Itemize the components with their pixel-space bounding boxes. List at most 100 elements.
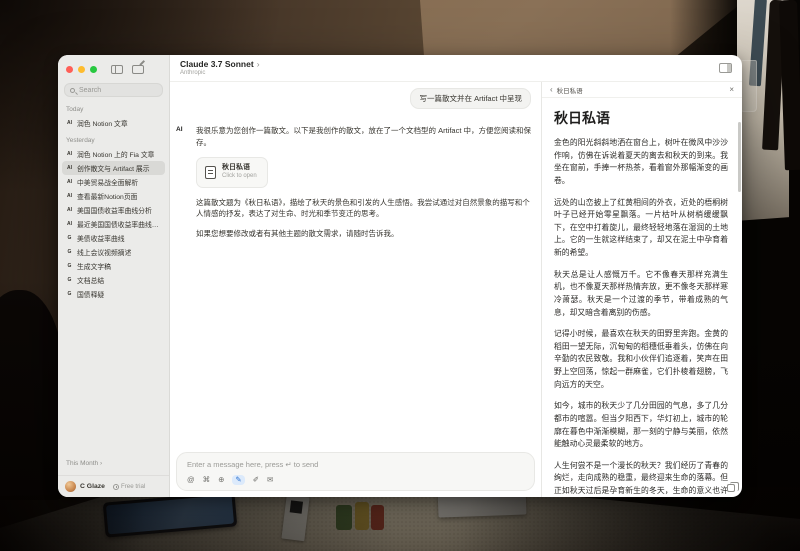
tools-icon[interactable]: ✐ <box>253 476 259 484</box>
copy-icon[interactable] <box>727 484 735 492</box>
sidebar-item[interactable]: AI查看最新Notion页面 <box>62 189 165 203</box>
search-input[interactable]: Search <box>64 83 163 97</box>
sidebar-item[interactable]: AI 润色 Notion 上的 Fia 文章 <box>62 147 165 161</box>
artifact-paragraph: 人生何尝不是一个漫长的秋天？我们经历了青春的绚烂，走向成熟的稳重，最终迎来生命的… <box>554 460 728 497</box>
artifact-paragraph: 金色的阳光斜斜地洒在窗台上，树叶在微风中沙沙作响，仿佛在诉说着夏天的离去和秋天的… <box>554 137 728 188</box>
globe-icon[interactable]: ⊕ <box>218 476 224 484</box>
anthropic-icon: AI <box>66 207 73 213</box>
user-account-row[interactable]: C Glaze Free trial <box>58 475 169 497</box>
sidebar-item-label: 润色 Notion 上的 Fia 文章 <box>77 149 154 159</box>
section-label: Yesterday <box>62 130 165 147</box>
sidebar-item-label: 最近美国国债收益率曲线检... <box>77 219 161 229</box>
message-composer[interactable]: Enter a message here, press ↵ to send @ ⌘… <box>176 452 535 492</box>
assistant-outro-text: 如果您想要修改或者有其他主题的散文需求，请随时告诉我。 <box>196 228 531 240</box>
back-chevron-icon[interactable]: ‹ <box>550 85 553 94</box>
chevron-right-icon: › <box>257 59 260 69</box>
new-chat-icon[interactable] <box>132 65 144 74</box>
main-area: Claude 3.7 Sonnet› Anthropic 写一篇散文并在 Art… <box>170 55 742 497</box>
sidebar-item[interactable]: G 线上会议视频摘述 <box>62 245 165 259</box>
artifact-paragraph: 如今，城市的秋天少了几分田园的气息，多了几分都市的喧嚣。但当夕阳西下，华灯初上，… <box>554 400 728 451</box>
artifact-card-title: 秋日私语 <box>222 164 257 173</box>
sidebar-item-label: 国债释疑 <box>77 289 104 299</box>
chat-messages[interactable]: 写一篇散文并在 Artifact 中呈现 AI 我很乐意为您创作一篇散文。以下是… <box>170 82 541 452</box>
sidebar-item-label: 线上会议视频摘述 <box>77 247 131 257</box>
anthropic-icon: AI <box>66 221 73 227</box>
sidebar-item[interactable]: AI 创作散文与 Artifact 展示 <box>62 161 165 175</box>
artifact-panel-toggle-icon[interactable] <box>719 63 732 73</box>
document-icon <box>205 166 216 179</box>
style-icon[interactable]: ✎ <box>232 475 244 486</box>
close-window-button[interactable] <box>66 66 73 73</box>
artifact-paragraph: 秋天总是让人感慨万千。它不像春天那样充满生机，也不像夏天那样热情奔放，更不像冬天… <box>554 269 728 320</box>
artifact-paragraph: 记得小时候，最喜欢在秋天的田野里奔跑。金黄的稻田一望无际，沉甸甸的稻穗低垂着头，… <box>554 328 728 391</box>
sidebar-item-label: 美债收益率曲线 <box>77 233 125 243</box>
sidebar-item[interactable]: G国债释疑 <box>62 287 165 301</box>
sidebar-item[interactable]: G 生成文字稿 <box>62 259 165 273</box>
gemini-icon: G <box>66 263 73 269</box>
background-jar <box>355 502 369 530</box>
anthropic-icon: AI <box>66 165 73 171</box>
anthropic-icon: AI <box>66 193 73 199</box>
this-month-toggle[interactable]: This Month › <box>58 452 169 475</box>
model-selector[interactable]: Claude 3.7 Sonnet› Anthropic <box>180 60 260 77</box>
scrollbar-thumb[interactable] <box>738 122 741 192</box>
gemini-icon: G <box>66 235 73 241</box>
minimize-window-button[interactable] <box>78 66 85 73</box>
artifact-panel-header: ‹ 秋日私语 × <box>542 82 742 98</box>
sidebar-toggle-icon[interactable] <box>111 65 123 74</box>
app-window: Search TodayAI润色 Notion 文章Yesterday AI 润色 … <box>58 55 742 497</box>
section-label: Today <box>62 99 165 116</box>
attachment-icon[interactable]: @ <box>187 476 195 484</box>
sidebar-item[interactable]: AI润色 Notion 文章 <box>62 116 165 130</box>
artifact-card[interactable]: 秋日私语 Click to open <box>196 157 268 187</box>
sidebar-item-label: 美国国债收益率曲线分析 <box>77 205 152 215</box>
screenshot-canvas: Search TodayAI润色 Notion 文章Yesterday AI 润色 … <box>0 0 800 551</box>
breadcrumb: 秋日私语 <box>557 85 583 95</box>
artifact-content[interactable]: 秋日私语 金色的阳光斜斜地洒在窗台上，树叶在微风中沙沙作响，仿佛在诉说着夏天的离… <box>542 98 742 497</box>
sidebar-item-label: 中美贸易战全面解析 <box>77 177 138 187</box>
trial-clock-icon <box>113 484 119 490</box>
user-message-bubble: 写一篇散文并在 Artifact 中呈现 <box>410 88 531 109</box>
sidebar-item[interactable]: G 美债收益率曲线 <box>62 231 165 245</box>
artifact-card-subtitle: Click to open <box>222 173 257 181</box>
avatar <box>65 481 76 492</box>
sidebar-sections: TodayAI润色 Notion 文章Yesterday AI 润色 Notion … <box>58 97 169 452</box>
sidebar-item[interactable]: AI 中美贸易战全面解析 <box>62 175 165 189</box>
sidebar-item[interactable]: AI 最近美国国债收益率曲线检... <box>62 217 165 231</box>
assistant-message: AI 我很乐意为您创作一篇散文。以下是我创作的散文，放在了一个文档型的 Arti… <box>176 125 531 239</box>
anthropic-icon: AI <box>66 120 73 126</box>
command-icon[interactable]: ⌘ <box>203 476 211 484</box>
sidebar-item-label: 文档总结 <box>77 275 104 285</box>
chat-column: 写一篇散文并在 Artifact 中呈现 AI 我很乐意为您创作一篇散文。以下是… <box>170 82 541 497</box>
artifact-paragraphs: 金色的阳光斜斜地洒在窗台上，树叶在微风中沙沙作响，仿佛在诉说着夏天的离去和秋天的… <box>554 137 728 497</box>
artifact-paragraph: 远处的山峦披上了红黄相间的外衣，近处的梧桐树叶子已经开始零星飘落。一片枯叶从树梢… <box>554 197 728 260</box>
anthropic-icon: AI <box>66 179 73 185</box>
user-name: C Glaze <box>80 483 105 490</box>
artifact-title: 秋日私语 <box>554 108 728 128</box>
close-icon[interactable]: × <box>729 85 734 94</box>
sidebar-item-label: 生成文字稿 <box>77 261 111 271</box>
background-jar <box>371 505 384 530</box>
provider-name: Anthropic <box>180 70 260 77</box>
plan-badge: Free trial <box>113 483 145 490</box>
window-controls <box>58 55 169 75</box>
sidebar: Search TodayAI润色 Notion 文章Yesterday AI 润色 … <box>58 55 170 497</box>
sidebar-item[interactable]: G 文档总结 <box>62 273 165 287</box>
gemini-icon: G <box>66 249 73 255</box>
sidebar-item[interactable]: AI 美国国债收益率曲线分析 <box>62 203 165 217</box>
model-name: Claude 3.7 Sonnet <box>180 59 254 69</box>
prompt-icon[interactable]: ✉ <box>267 476 273 484</box>
assistant-intro-text: 我很乐意为您创作一篇散文。以下是我创作的散文，放在了一个文档型的 Artifac… <box>196 125 531 148</box>
anthropic-logo-icon: AI <box>176 125 190 239</box>
composer-placeholder: Enter a message here, press ↵ to send <box>187 460 524 469</box>
chat-header: Claude 3.7 Sonnet› Anthropic <box>170 55 742 82</box>
zoom-window-button[interactable] <box>90 66 97 73</box>
background-glass-cup <box>740 60 757 112</box>
composer-toolbar: @ ⌘ ⊕ ✎ ✐ ✉ <box>187 475 524 486</box>
search-icon <box>70 88 75 93</box>
anthropic-icon: AI <box>66 151 73 157</box>
gemini-icon: G <box>66 277 73 283</box>
sidebar-item-label: 创作散文与 Artifact 展示 <box>77 163 150 173</box>
background-jar <box>336 505 352 530</box>
artifact-panel: ‹ 秋日私语 × 秋日私语 金色的阳光斜斜地洒在窗台上，树叶在微风中沙沙作响，仿… <box>541 82 742 497</box>
